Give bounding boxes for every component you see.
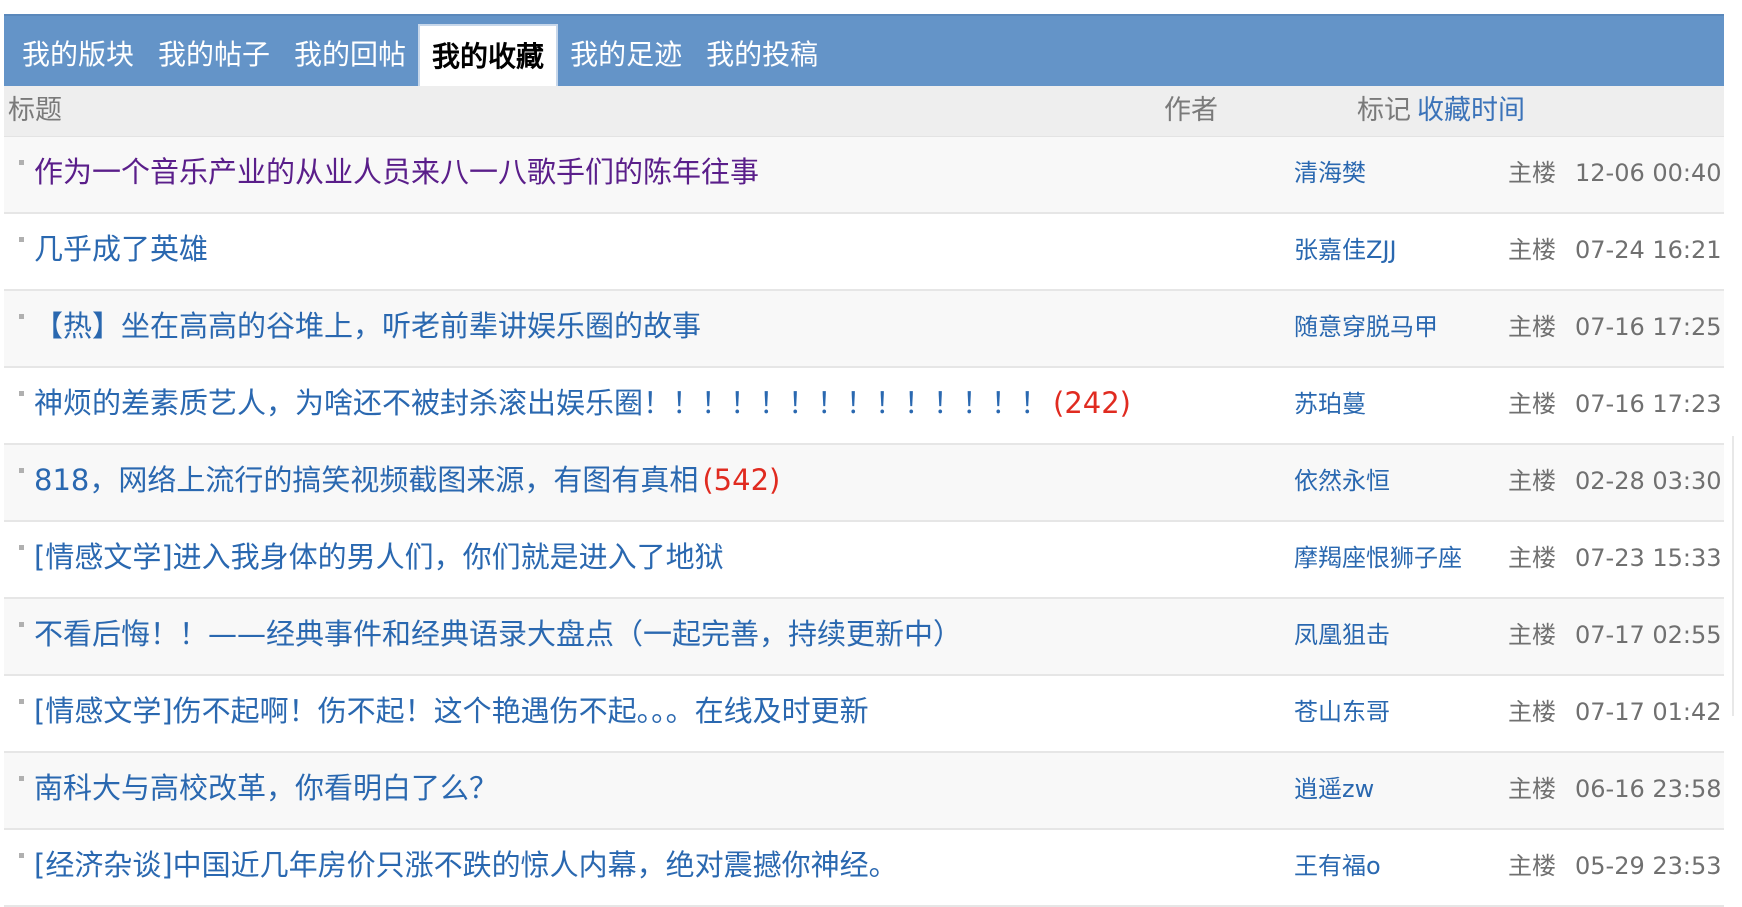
mark-label: 主楼 [1508, 775, 1556, 803]
favorite-time: 07-16 17:23 [1575, 390, 1722, 418]
post-title-link[interactable]: [情感文学]进入我身体的男人们，你们就是进入了地狱 [34, 522, 724, 592]
tab-my-replies[interactable]: 我的回帖 [282, 24, 418, 86]
favorite-time: 07-24 16:21 [1575, 236, 1722, 264]
mark-label: 主楼 [1508, 621, 1556, 649]
table-row: 作为一个音乐产业的从业人员来八一八歌手们的陈年往事 清海樊 主楼 12-06 00:4… [4, 137, 1724, 214]
mark-label: 主楼 [1508, 467, 1556, 495]
author-link[interactable]: 摩羯座恨狮子座 [1294, 522, 1462, 594]
bullet-icon [19, 314, 24, 319]
tab-bar: 我的版块 我的帖子 我的回帖 我的收藏 我的足迹 我的投稿 [4, 14, 1724, 86]
table-row: 【热】坐在高高的谷堆上，听老前辈讲娱乐圈的故事 随意穿脱马甲 主楼 07-16 17:… [4, 291, 1724, 368]
author-link[interactable]: 逍遥zw [1294, 753, 1374, 825]
table-row: 不看后悔！！——经典事件和经典语录大盘点（一起完善，持续更新中） 凤凰狙击 主楼 07… [4, 599, 1724, 676]
bullet-icon [19, 160, 24, 165]
post-title-text: 南科大与高校改革，你看明白了么？ [34, 771, 499, 805]
favorite-time: 07-17 01:42 [1575, 698, 1722, 726]
post-title-link[interactable]: 南科大与高校改革，你看明白了么？ [34, 753, 498, 823]
bullet-icon [19, 699, 24, 704]
table-row: 818，网络上流行的搞笑视频截图来源，有图有真相 (542) 依然永恒 主楼 02-28… [4, 445, 1724, 522]
post-title-text: 818，网络上流行的搞笑视频截图来源，有图有真相 [34, 463, 699, 497]
favorites-panel: 我的版块 我的帖子 我的回帖 我的收藏 我的足迹 我的投稿 标题 作者 标记 收… [4, 14, 1724, 907]
favorite-time: 12-06 00:40 [1575, 159, 1722, 187]
tabs: 我的版块 我的帖子 我的回帖 我的收藏 我的足迹 我的投稿 [10, 24, 830, 86]
favorite-time: 07-23 15:33 [1575, 544, 1722, 572]
mark-label: 主楼 [1508, 159, 1556, 187]
bullet-icon [19, 545, 24, 550]
column-header-time[interactable]: 收藏时间 [1417, 86, 1525, 136]
favorite-time: 06-16 23:58 [1575, 775, 1722, 803]
mark-label: 主楼 [1508, 544, 1556, 572]
mark-label: 主楼 [1508, 390, 1556, 418]
post-title-link[interactable]: 不看后悔！！——经典事件和经典语录大盘点（一起完善，持续更新中） [34, 599, 962, 669]
post-title-text: 作为一个音乐产业的从业人员来八一八歌手们的陈年往事 [34, 155, 760, 189]
table-row: [经济杂谈]中国近几年房价只涨不跌的惊人内幕，绝对震撼你神经。 王有福o 主楼 05-… [4, 830, 1724, 907]
mark-label: 主楼 [1508, 236, 1556, 264]
reply-count: (242) [1053, 386, 1131, 420]
author-link[interactable]: 依然永恒 [1294, 445, 1390, 517]
post-title-text: [情感文学]进入我身体的男人们，你们就是进入了地狱 [34, 540, 724, 574]
post-title-text: 【热】坐在高高的谷堆上，听老前辈讲娱乐圈的故事 [34, 309, 702, 343]
favorite-time: 07-16 17:25 [1575, 313, 1722, 341]
bullet-icon [19, 237, 24, 242]
favorite-time: 05-29 23:53 [1575, 852, 1722, 880]
author-link[interactable]: 张嘉佳ZJJ [1294, 214, 1397, 286]
post-title-text: [情感文学]伤不起啊！伤不起！这个艳遇伤不起。。。在线及时更新 [34, 694, 869, 728]
table-row: [情感文学]进入我身体的男人们，你们就是进入了地狱 摩羯座恨狮子座 主楼 07-23 … [4, 522, 1724, 599]
post-title-link[interactable]: 几乎成了英雄 [34, 214, 208, 284]
author-link[interactable]: 苍山东哥 [1294, 676, 1390, 748]
bullet-icon [19, 853, 24, 858]
post-title-link[interactable]: [经济杂谈]中国近几年房价只涨不跌的惊人内幕，绝对震撼你神经。 [34, 830, 898, 900]
post-title-link[interactable]: 神烦的差素质艺人，为啥还不被封杀滚出娱乐圈！！！！！！！！！！！！！！ (242) [34, 368, 1131, 438]
author-link[interactable]: 苏珀蔓 [1294, 368, 1366, 440]
table-row: 南科大与高校改革，你看明白了么？ 逍遥zw 主楼 06-16 23:58 [4, 753, 1724, 830]
post-title-link[interactable]: [情感文学]伤不起啊！伤不起！这个艳遇伤不起。。。在线及时更新 [34, 676, 869, 746]
favorite-time: 02-28 03:30 [1575, 467, 1722, 495]
tab-my-history[interactable]: 我的足迹 [558, 24, 694, 86]
post-title-link[interactable]: 【热】坐在高高的谷堆上，听老前辈讲娱乐圈的故事 [34, 291, 701, 361]
bullet-icon [19, 391, 24, 396]
post-title-link[interactable]: 818，网络上流行的搞笑视频截图来源，有图有真相 (542) [34, 445, 780, 515]
post-title-link[interactable]: 作为一个音乐产业的从业人员来八一八歌手们的陈年往事 [34, 137, 759, 207]
column-header-author: 作者 [1164, 95, 1218, 126]
table-row: [情感文学]伤不起啊！伤不起！这个艳遇伤不起。。。在线及时更新 苍山东哥 主楼 07-… [4, 676, 1724, 753]
mark-label: 主楼 [1508, 313, 1556, 341]
table-row: 几乎成了英雄 张嘉佳ZJJ 主楼 07-24 16:21 [4, 214, 1724, 291]
mark-label: 主楼 [1508, 852, 1556, 880]
tab-my-favorites[interactable]: 我的收藏 [418, 24, 559, 86]
reply-count: (542) [702, 463, 781, 497]
post-title-text: 几乎成了英雄 [34, 232, 209, 266]
column-header-mark: 标记 [1357, 95, 1411, 126]
bullet-icon [19, 776, 24, 781]
scrollbar-edge [1732, 436, 1734, 716]
tab-my-posts[interactable]: 我的帖子 [146, 24, 282, 86]
favorite-time: 07-17 02:55 [1575, 621, 1722, 649]
post-title-text: 不看后悔！！——经典事件和经典语录大盘点（一起完善，持续更新中） [34, 617, 963, 651]
mark-label: 主楼 [1508, 698, 1556, 726]
table-row: 神烦的差素质艺人，为啥还不被封杀滚出娱乐圈！！！！！！！！！！！！！！ (242)… [4, 368, 1724, 445]
tab-my-submissions[interactable]: 我的投稿 [694, 24, 830, 86]
column-header-title: 标题 [8, 95, 62, 126]
tab-my-boards[interactable]: 我的版块 [10, 24, 146, 86]
author-link[interactable]: 随意穿脱马甲 [1294, 291, 1438, 363]
post-title-text: 神烦的差素质艺人，为啥还不被封杀滚出娱乐圈！！！！！！！！！！！！！！ [34, 386, 1050, 420]
table-header: 标题 作者 标记 收藏时间 [4, 86, 1724, 137]
bullet-icon [19, 622, 24, 627]
author-link[interactable]: 凤凰狙击 [1294, 599, 1390, 671]
favorites-list: 作为一个音乐产业的从业人员来八一八歌手们的陈年往事 清海樊 主楼 12-06 00:4… [4, 137, 1724, 907]
author-link[interactable]: 王有福o [1294, 830, 1381, 902]
bullet-icon [19, 468, 24, 473]
author-link[interactable]: 清海樊 [1294, 137, 1366, 209]
post-title-text: [经济杂谈]中国近几年房价只涨不跌的惊人内幕，绝对震撼你神经。 [34, 848, 898, 882]
